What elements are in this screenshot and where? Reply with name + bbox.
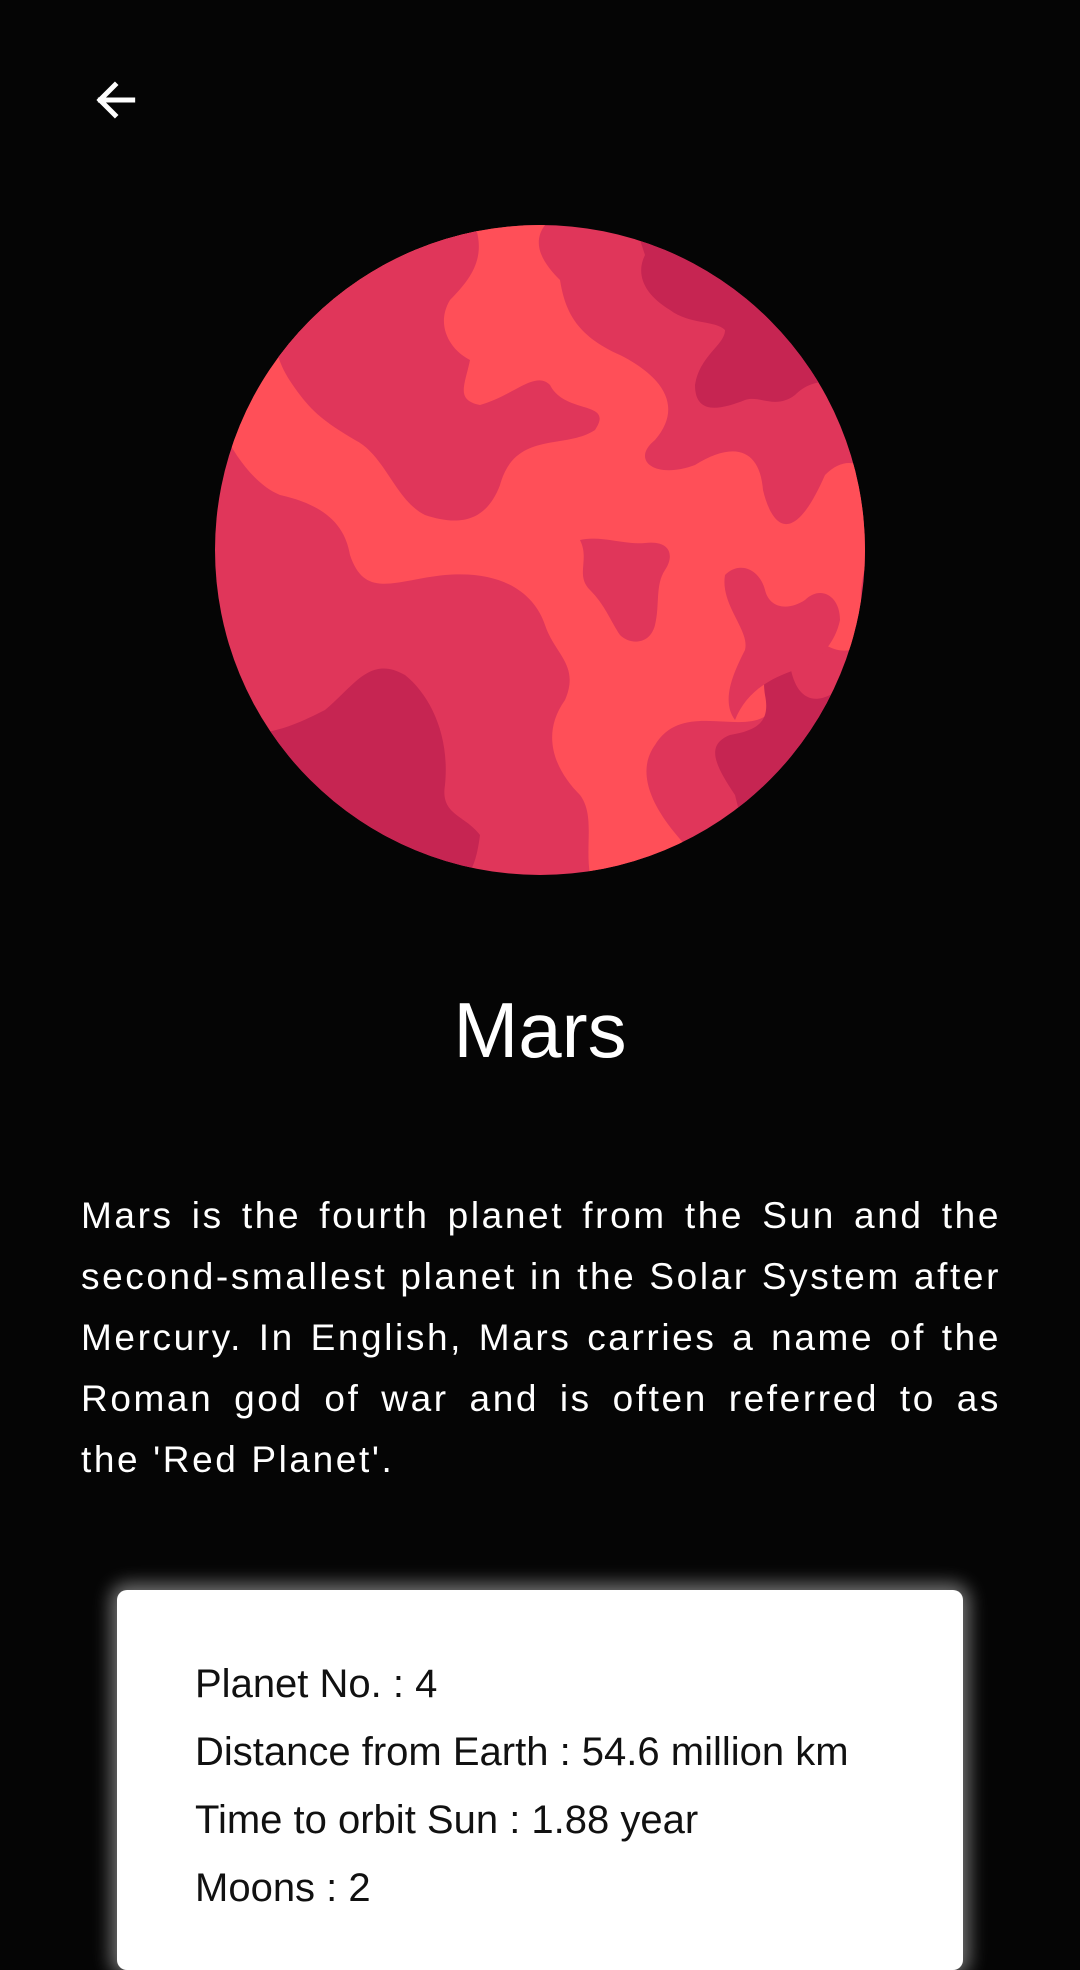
- back-button[interactable]: [76, 60, 156, 140]
- planet-image: [215, 225, 865, 875]
- planet-number-text: Planet No. : 4: [195, 1662, 438, 1706]
- planet-info-card: Planet No. : 4 Distance from Earth : 54.…: [117, 1590, 963, 1970]
- arrow-left-icon: [91, 75, 141, 125]
- planet-description: Mars is the fourth planet from the Sun a…: [81, 1195, 1001, 1480]
- planet-title: Mars: [453, 986, 627, 1074]
- moons-count-text: Moons : 2: [195, 1866, 371, 1910]
- mars-planet-illustration: [215, 225, 865, 875]
- distance-from-earth-text: Distance from Earth : 54.6 million km: [195, 1730, 849, 1774]
- orbit-time-text: Time to orbit Sun : 1.88 year: [195, 1798, 699, 1842]
